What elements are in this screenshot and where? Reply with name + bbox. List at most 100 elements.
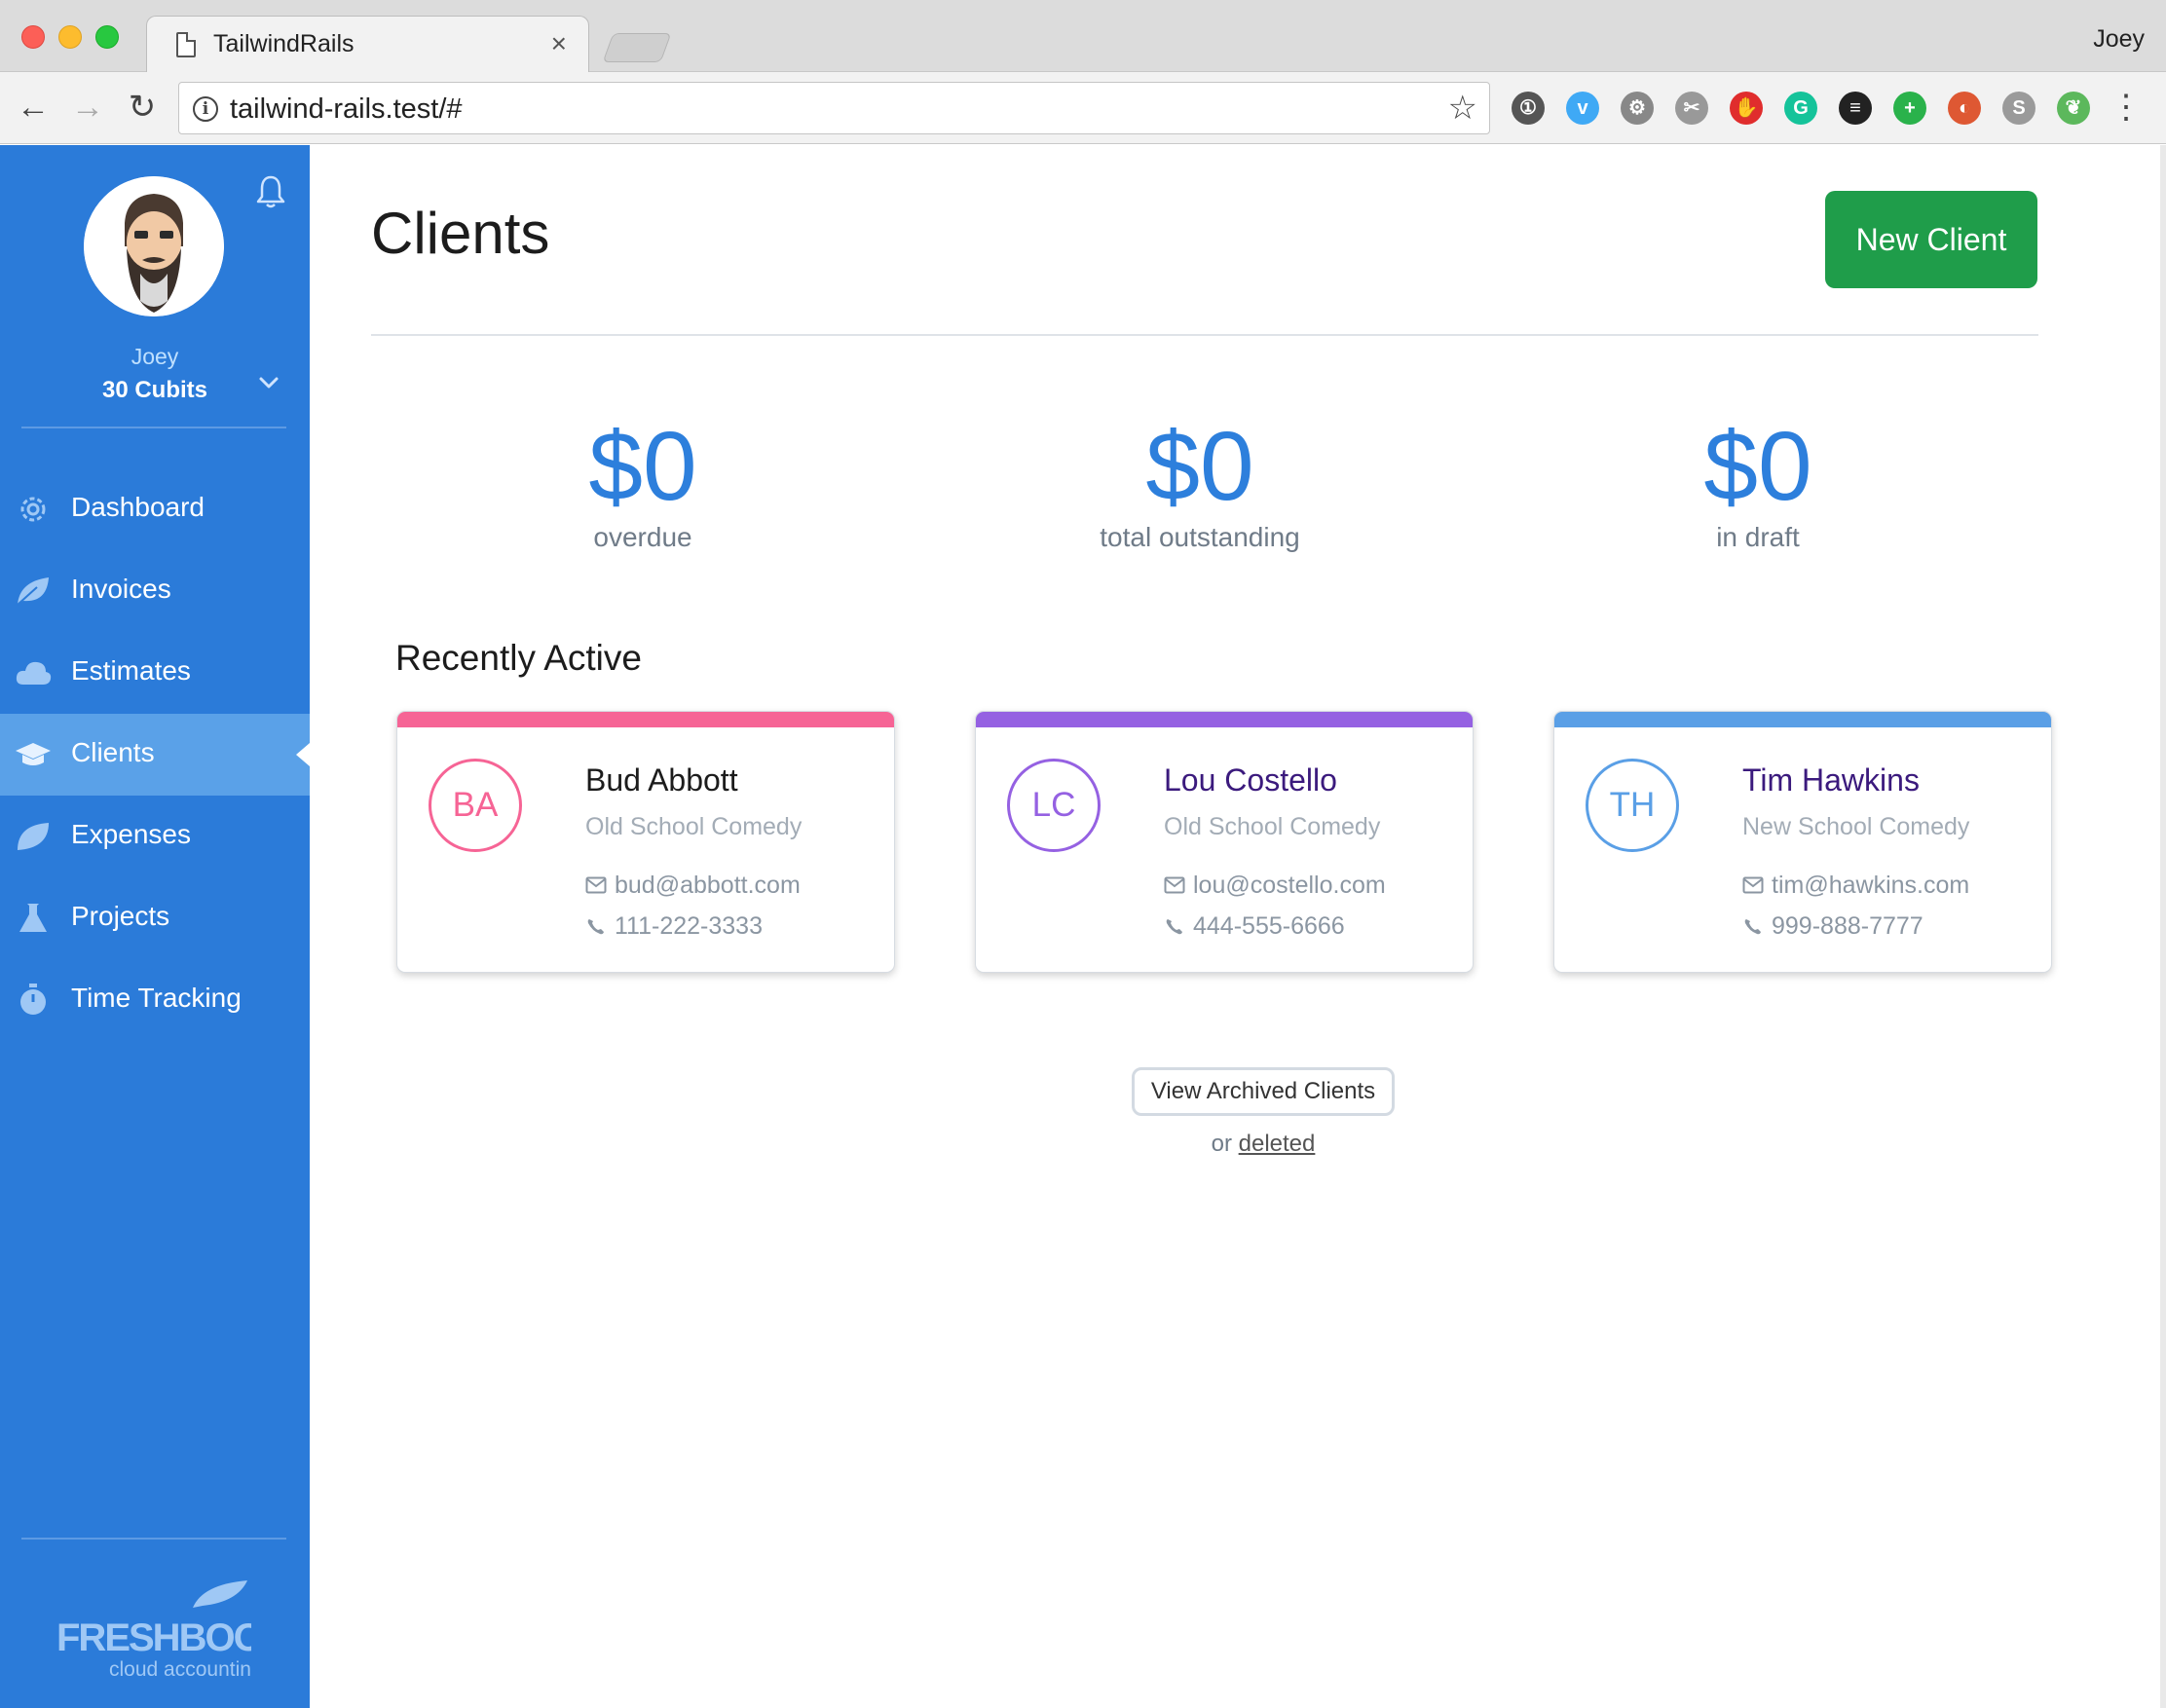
stat-overdue: $0 overdue (448, 413, 838, 553)
stopwatch-icon (20, 984, 46, 1015)
client-phone[interactable]: 444-555-6666 (1164, 912, 1345, 941)
sidebar-item-clients[interactable]: Clients (0, 714, 310, 796)
client-email-text: bud@abbott.com (615, 872, 801, 899)
window-edge (2160, 145, 2166, 1708)
client-email-text: tim@hawkins.com (1772, 872, 1970, 899)
client-company: Old School Comedy (1164, 813, 1381, 840)
client-phone-text: 444-555-6666 (1193, 912, 1345, 940)
avatar[interactable] (84, 176, 224, 316)
freshbooks-logo: FRESHBOOKS cloud accounting (56, 1580, 251, 1681)
recently-active-heading: Recently Active (395, 638, 642, 678)
browser-profile-name[interactable]: Joey (2093, 25, 2145, 54)
envelope-icon (1742, 876, 1764, 894)
stat-label: overdue (593, 522, 692, 552)
flask-icon (19, 904, 47, 932)
close-window-button[interactable] (21, 25, 45, 49)
phone-icon (1166, 919, 1182, 935)
sidebar-item-dashboard[interactable]: Dashboard (0, 468, 310, 550)
client-card[interactable]: TH Tim Hawkins New School Comedy tim@haw… (1553, 711, 2052, 973)
grammarly-icon[interactable]: G (1784, 92, 1817, 125)
leaf-icon (17, 577, 49, 606)
sidebar-divider (21, 427, 286, 428)
stat-label: total outstanding (1100, 522, 1300, 552)
client-initials-badge: TH (1586, 759, 1679, 852)
s-extension-icon[interactable]: S (2002, 92, 2035, 125)
close-tab-icon[interactable]: × (551, 28, 567, 59)
buffer-icon[interactable]: ≡ (1839, 92, 1872, 125)
title-divider (371, 334, 2038, 336)
browser-menu-icon[interactable]: ⋮ (2110, 88, 2143, 127)
client-email[interactable]: bud@abbott.com (585, 872, 801, 900)
stat-label: in draft (1716, 522, 1800, 552)
client-initials-badge: LC (1007, 759, 1101, 852)
stat-in-draft: $0 in draft (1563, 413, 1953, 553)
forward-arrow-icon[interactable]: → (66, 86, 109, 129)
logo-wordmark: FRESHBOOKS (56, 1616, 251, 1659)
address-bar[interactable]: i tailwind-rails.test/# ☆ (178, 82, 1490, 134)
stat-amount: $0 (1145, 412, 1254, 521)
minimize-window-button[interactable] (58, 25, 82, 49)
plus-extension-icon[interactable]: + (1893, 92, 1926, 125)
view-archived-clients-button[interactable]: View Archived Clients (1132, 1067, 1395, 1116)
logo-tagline: cloud accounting (109, 1658, 251, 1681)
sidebar-item-estimates[interactable]: Estimates (0, 632, 310, 714)
duckduckgo-icon[interactable]: ◐ (1948, 92, 1981, 125)
phone-icon (1744, 919, 1761, 935)
reload-icon[interactable]: ↻ (121, 86, 164, 129)
envelope-icon (1164, 876, 1185, 894)
client-name[interactable]: Lou Costello (1164, 762, 1337, 798)
main-content: Clients New Client $0 overdue $0 total o… (310, 145, 2166, 1708)
back-arrow-icon[interactable]: ← (12, 86, 55, 129)
adblock-icon[interactable]: ✋ (1730, 92, 1763, 125)
deleted-clients-link[interactable]: deleted (1239, 1131, 1316, 1157)
leaf-alt-icon (18, 823, 49, 850)
sidebar-item-label: Time Tracking (71, 983, 242, 1013)
client-email[interactable]: lou@costello.com (1164, 872, 1386, 900)
card-accent-bar (976, 712, 1473, 727)
zoom-window-button[interactable] (95, 25, 119, 49)
client-email[interactable]: tim@hawkins.com (1742, 872, 1969, 900)
client-initials-badge: BA (429, 759, 522, 852)
sidebar-item-projects[interactable]: Projects (0, 877, 310, 959)
new-tab-button[interactable] (602, 33, 672, 62)
client-phone[interactable]: 111-222-3333 (585, 912, 763, 941)
leaf-extension-icon[interactable]: ❦ (2057, 92, 2090, 125)
document-icon (176, 32, 196, 57)
cloud-icon (16, 661, 52, 685)
client-name[interactable]: Tim Hawkins (1742, 762, 1920, 798)
sidebar-item-label: Projects (71, 901, 170, 931)
sidebar-item-time-tracking[interactable]: Time Tracking (0, 959, 310, 1041)
client-card[interactable]: LC Lou Costello Old School Comedy lou@co… (975, 711, 1474, 973)
card-accent-bar (1554, 712, 2051, 727)
graduation-cap-icon (16, 743, 51, 765)
client-email-text: lou@costello.com (1193, 872, 1386, 899)
sidebar-item-label: Dashboard (71, 492, 205, 522)
url-text[interactable]: tailwind-rails.test/# (230, 93, 463, 126)
stat-total-outstanding: $0 total outstanding (1005, 413, 1395, 553)
sidebar-footer-divider (21, 1538, 286, 1540)
new-client-button[interactable]: New Client (1825, 191, 2037, 288)
bookmark-star-icon[interactable]: ☆ (1448, 89, 1477, 128)
card-accent-bar (397, 712, 894, 727)
dev-tools-extension-icon[interactable]: ✂ (1675, 92, 1708, 125)
info-icon[interactable]: i (193, 96, 218, 122)
vimeo-icon[interactable]: v (1566, 92, 1599, 125)
stat-amount: $0 (1703, 412, 1812, 521)
browser-tab[interactable]: TailwindRails × (146, 16, 589, 74)
sidebar: Joey 30 Cubits Dashboard Invoices Estima… (0, 145, 310, 1708)
or-text: or (1211, 1131, 1232, 1157)
chevron-down-icon[interactable] (257, 371, 280, 394)
client-card[interactable]: BA Bud Abbott Old School Comedy bud@abbo… (396, 711, 895, 973)
gear-icon (20, 497, 46, 522)
bell-icon[interactable] (255, 174, 286, 209)
deleted-clients-line: or deleted (310, 1131, 2166, 1158)
sidebar-item-expenses[interactable]: Expenses (0, 796, 310, 877)
sidebar-item-invoices[interactable]: Invoices (0, 550, 310, 632)
1password-icon[interactable]: ① (1512, 92, 1545, 125)
client-phone[interactable]: 999-888-7777 (1742, 912, 1923, 941)
page-title: Clients (371, 201, 550, 266)
settings-extension-icon[interactable]: ⚙ (1621, 92, 1654, 125)
envelope-icon (585, 876, 607, 894)
user-name: Joey (131, 344, 179, 369)
client-name[interactable]: Bud Abbott (585, 762, 738, 798)
